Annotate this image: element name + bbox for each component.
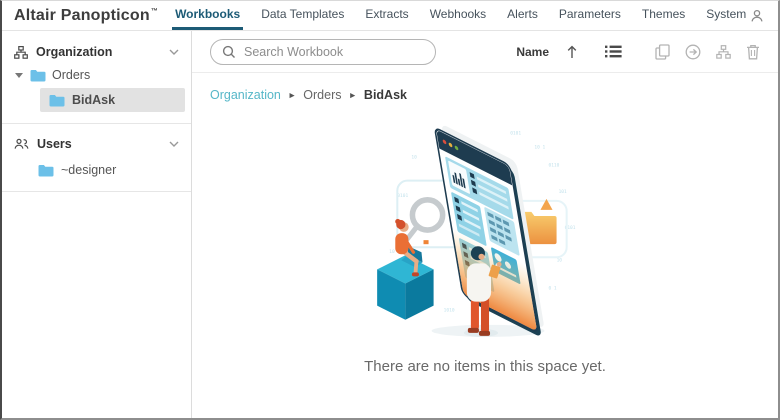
app-window: Altair Panopticon ™ Workbooks Data Templa… [0, 0, 780, 420]
folder-icon [38, 164, 54, 176]
delete-button[interactable] [746, 44, 760, 60]
list-view-icon [605, 45, 622, 58]
tab-themes[interactable]: Themes [639, 1, 688, 30]
breadcrumb-separator-icon: ► [348, 89, 357, 100]
sidebar-divider [2, 191, 191, 192]
sort-by-name-button[interactable]: Name [516, 45, 549, 59]
svg-text:1010: 1010 [444, 308, 455, 314]
tab-label: Parameters [558, 7, 621, 21]
svg-text:10 1: 10 1 [534, 144, 545, 150]
svg-text:0101: 0101 [397, 193, 408, 199]
content-layout: Organization Orders BidAsk Users ~design… [2, 31, 778, 418]
folder-icon [30, 69, 46, 81]
tab-label: Extracts [365, 7, 409, 21]
collapse-section-button[interactable] [169, 141, 179, 147]
empty-state-illustration-wrap: 0101 10 1 0110 101 0101 10 0 1 10 0101 10 101… [192, 102, 778, 342]
tab-label: Alerts [507, 7, 538, 21]
search-icon [222, 45, 235, 58]
breadcrumb-bidask-current: BidAsk [363, 88, 407, 102]
tab-extracts[interactable]: Extracts [362, 1, 411, 30]
chevron-down-icon [169, 141, 179, 147]
tab-workbooks[interactable]: Workbooks [172, 1, 244, 30]
workbooks-toolbar: Name [192, 31, 778, 73]
list-view-button[interactable] [605, 45, 622, 58]
users-icon [14, 138, 29, 149]
chevron-down-icon [169, 49, 179, 55]
svg-text:10: 10 [411, 154, 417, 160]
brand-logo: Altair Panopticon ™ [14, 1, 158, 30]
svg-text:0101: 0101 [510, 130, 521, 136]
sort-ascending-icon [567, 45, 577, 58]
sidebar-section-organization[interactable]: Organization [2, 41, 191, 63]
tab-label: Workbooks [175, 7, 241, 21]
search-input[interactable] [244, 44, 424, 59]
tree-item-label: Orders [52, 68, 91, 82]
org-chart-icon [14, 45, 28, 59]
sidebar-divider [2, 123, 191, 124]
toolbar-actions: Name [516, 43, 760, 60]
section-label-users: Users [37, 137, 72, 151]
tab-label: Data Templates [261, 7, 345, 21]
tree-item-label: BidAsk [72, 93, 116, 107]
move-icon [685, 44, 701, 59]
search-box[interactable] [210, 38, 436, 65]
item-action-icons [655, 43, 760, 60]
empty-space-message: There are no items in this space yet. [364, 358, 606, 375]
tree-item-orders[interactable]: Orders [2, 63, 191, 87]
top-navigation-bar: Altair Panopticon ™ Workbooks Data Templa… [2, 1, 778, 31]
tab-label: Webhooks [429, 7, 487, 21]
section-label-organization: Organization [36, 45, 113, 59]
collapse-section-button[interactable] [169, 49, 179, 55]
folder-icon [49, 94, 65, 106]
tab-alerts[interactable]: Alerts [504, 1, 541, 30]
folder-tree-sidebar: Organization Orders BidAsk Users ~design… [2, 31, 192, 418]
tab-label: Themes [641, 7, 686, 21]
delete-icon [747, 44, 759, 59]
subfolders-button[interactable] [716, 44, 731, 59]
tab-label: System [706, 7, 747, 21]
svg-text:101: 101 [559, 189, 567, 195]
move-button[interactable] [685, 44, 701, 60]
tab-parameters[interactable]: Parameters [556, 1, 624, 30]
svg-text:0110: 0110 [549, 163, 560, 169]
copy-button[interactable] [655, 43, 670, 60]
tab-data-templates[interactable]: Data Templates [258, 1, 347, 30]
tree-item-bidask-selected[interactable]: BidAsk [40, 88, 185, 112]
breadcrumb-orders[interactable]: Orders [303, 88, 341, 102]
subfolder-icon [716, 44, 731, 59]
trademark-mark: ™ [150, 8, 159, 15]
breadcrumb-organization[interactable]: Organization [210, 88, 281, 102]
svg-text:0 1: 0 1 [549, 286, 557, 292]
svg-text:10: 10 [389, 249, 395, 255]
sidebar-section-users-wrap: Users ~designer [2, 133, 191, 192]
breadcrumb: Organization ► Orders ► BidAsk [192, 73, 778, 102]
brand-name: Altair Panopticon [14, 6, 150, 24]
caret-down-icon[interactable] [15, 72, 23, 78]
user-icon [751, 9, 763, 22]
user-account-button[interactable] [749, 1, 765, 30]
workbooks-main-panel: Name [192, 31, 778, 418]
tab-webhooks[interactable]: Webhooks [427, 1, 489, 30]
copy-icon [655, 43, 670, 60]
sort-direction-button[interactable] [566, 45, 578, 59]
tree-item-label: ~designer [61, 163, 117, 177]
sidebar-section-users[interactable]: Users [2, 133, 191, 155]
tab-system[interactable]: System [703, 1, 749, 30]
main-nav-tabs: Workbooks Data Templates Extracts Webhoo… [172, 1, 749, 30]
empty-state-illustration: 010110 1 0110101 010110 0 110 010110 101… [377, 125, 576, 337]
tree-item-designer[interactable]: ~designer [2, 155, 191, 191]
breadcrumb-separator-icon: ► [287, 89, 297, 100]
